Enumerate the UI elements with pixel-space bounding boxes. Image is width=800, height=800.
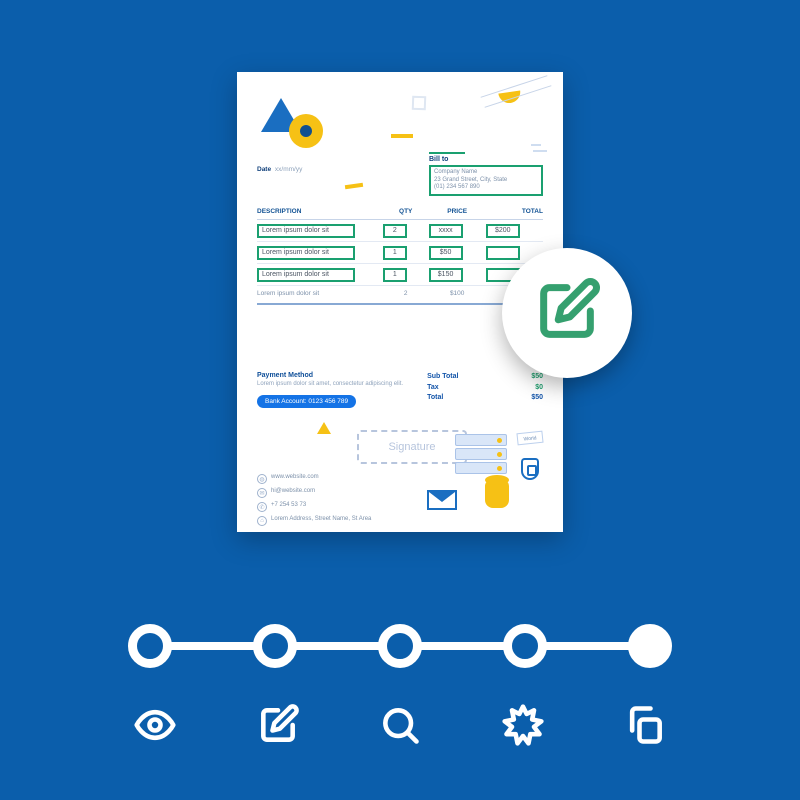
date-value: xx/mm/yy <box>275 166 302 173</box>
decor-bar <box>391 134 413 138</box>
cell-desc: Lorem ipsum dolor sit <box>257 268 355 282</box>
contact-addr: Lorem Address, Street Name, St Area <box>271 516 371 522</box>
col-total: TOTAL <box>486 208 543 215</box>
total-value: $50 <box>531 393 543 404</box>
progress-stepper <box>128 624 672 668</box>
bill-to-line: Company Name <box>434 169 538 177</box>
decor-triangle-small <box>317 422 331 434</box>
view-button[interactable] <box>128 700 182 754</box>
starburst-icon <box>501 703 545 752</box>
cell-desc: Lorem ipsum dolor sit <box>257 246 355 260</box>
col-qty: QTY <box>383 208 429 215</box>
subtotal-value: $50 <box>531 372 543 383</box>
payment-text: Lorem ipsum dolor sit amet, consectetur … <box>257 381 417 389</box>
tax-value: $0 <box>535 383 543 394</box>
cell-desc: Lorem ipsum dolor sit <box>257 224 355 238</box>
totals-box: Sub Total $50 Tax $0 Total $50 <box>427 372 543 408</box>
summary-qty: 2 <box>383 290 429 297</box>
cell-qty: 1 <box>383 246 407 260</box>
line-items-table: DESCRIPTION QTY PRICE TOTAL Lorem ipsum … <box>257 208 543 305</box>
cell-qty: 2 <box>383 224 407 238</box>
summary-price: $100 <box>429 290 486 297</box>
envelope-icon <box>427 490 457 510</box>
database-icon <box>485 480 509 508</box>
contact-web: www.website.com <box>271 474 319 480</box>
contact-phone: +7 254 53 73 <box>271 502 306 508</box>
contact-mail: hi@website.com <box>271 488 315 494</box>
cell-price: $150 <box>429 268 463 282</box>
step-4[interactable] <box>503 624 547 668</box>
total-label: Total <box>427 393 443 404</box>
eye-icon <box>133 703 177 752</box>
cell-price: xxxx <box>429 224 463 238</box>
search-button[interactable] <box>373 700 427 754</box>
cell-total <box>486 246 520 260</box>
bill-to-title: Bill to <box>429 156 543 163</box>
server-icon <box>455 448 507 460</box>
decor-square <box>412 96 426 110</box>
contact-info: ◍ www.website.com ✉ hi@website.com ✆ +7 254… <box>257 474 371 530</box>
col-description: DESCRIPTION <box>257 208 383 215</box>
summary-row: Lorem ipsum dolor sit 2 $100 <box>257 286 543 297</box>
decor-dash <box>531 144 541 146</box>
step-2[interactable] <box>253 624 297 668</box>
phone-icon: ✆ <box>257 502 267 512</box>
divider <box>257 303 543 305</box>
payment-method: Payment Method Lorem ipsum dolor sit ame… <box>257 372 417 408</box>
table-header: DESCRIPTION QTY PRICE TOTAL <box>257 208 543 220</box>
bill-to-line: (01) 234 567 890 <box>434 184 538 192</box>
cell-qty: 1 <box>383 268 407 282</box>
table-row: Lorem ipsum dolor sit 1 $50 <box>257 242 543 264</box>
bill-to-detected-box: Company Name 23 Grand Street, City, Stat… <box>429 165 543 196</box>
invoice-date: Date xx/mm/yy <box>257 166 302 173</box>
subtotal-label: Sub Total <box>427 372 458 383</box>
globe-icon: ◍ <box>257 474 267 484</box>
tax-label: Tax <box>427 383 439 394</box>
action-toolbar <box>128 700 672 754</box>
decor-bar <box>345 183 363 189</box>
mail-icon: ✉ <box>257 488 267 498</box>
certify-button[interactable] <box>496 700 550 754</box>
payment-and-totals: Payment Method Lorem ipsum dolor sit ame… <box>257 372 543 408</box>
bill-to-section: Bill to Company Name 23 Grand Street, Ci… <box>429 152 543 196</box>
table-row: Lorem ipsum dolor sit 2 xxxx $200 <box>257 220 543 242</box>
bank-account-pill[interactable]: Bank Account: 0123 456 789 <box>257 395 356 408</box>
copy-button[interactable] <box>618 700 672 754</box>
step-5[interactable] <box>628 624 672 668</box>
col-price: PRICE <box>429 208 486 215</box>
edit-icon <box>256 703 300 752</box>
step-3[interactable] <box>378 624 422 668</box>
server-illustration: World <box>427 428 547 518</box>
edit-document-button[interactable] <box>502 248 632 378</box>
server-icon <box>455 462 507 474</box>
table-row: Lorem ipsum dolor sit 1 $150 <box>257 264 543 286</box>
flag-label: World <box>516 431 543 446</box>
cell-price: $50 <box>429 246 463 260</box>
bill-to-line: 23 Grand Street, City, State <box>434 177 538 185</box>
search-icon <box>378 703 422 752</box>
decor-line <box>485 85 552 108</box>
cell-total: $200 <box>486 224 520 238</box>
decor-circle <box>289 114 323 148</box>
copy-icon <box>623 703 667 752</box>
date-label: Date <box>257 166 271 173</box>
edit-button[interactable] <box>251 700 305 754</box>
shield-icon <box>521 458 539 480</box>
step-1[interactable] <box>128 624 172 668</box>
payment-title: Payment Method <box>257 372 417 379</box>
server-icon <box>455 434 507 446</box>
summary-desc: Lorem ipsum dolor sit <box>257 290 383 297</box>
detection-underline <box>429 152 465 154</box>
edit-icon <box>532 276 602 351</box>
pin-icon: ⌂ <box>257 516 267 526</box>
